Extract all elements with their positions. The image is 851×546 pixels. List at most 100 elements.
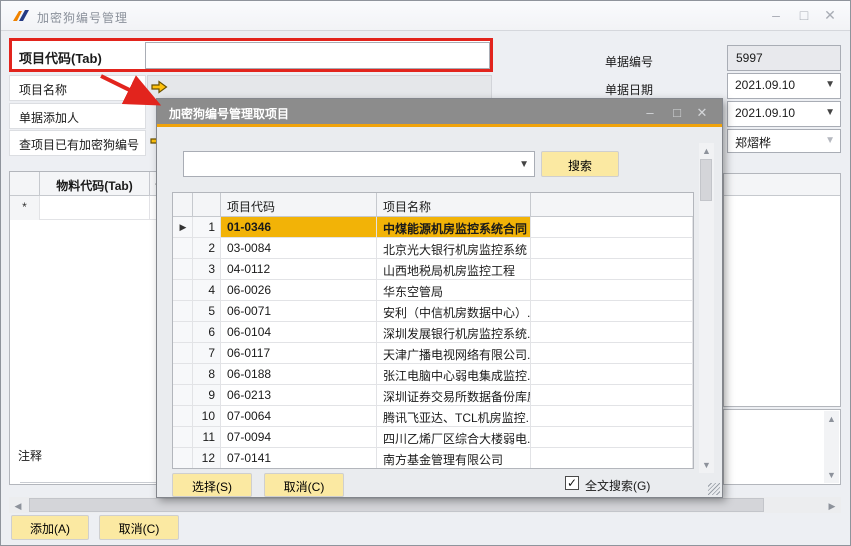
query-dongle-label: 查项目已有加密狗编号 [19,136,139,153]
dialog-scrollbar[interactable]: ▲ ▼ [699,143,714,473]
scroll-up-icon[interactable]: ▲ [824,414,839,424]
link-arrow-icon[interactable] [151,80,168,94]
current-row-indicator [173,343,193,364]
cell-project-code[interactable]: 06-0071 [221,301,377,322]
chevron-down-icon[interactable]: ▼ [825,135,835,146]
cell-project-code[interactable]: 06-0117 [221,343,377,364]
current-row-indicator [173,301,193,322]
date2-combo[interactable]: 2021.09.10 ▼ [727,101,841,127]
project-search-combo[interactable]: ▼ [183,151,535,177]
project-grid-row[interactable]: 1107-0094四川乙烯厂区综合大楼弱电... [173,427,693,448]
annotation-highlight-rect [9,38,493,72]
cell-project-name[interactable]: 山西地税局机房监控工程 [377,259,531,280]
current-row-indicator [173,385,193,406]
cell-project-code[interactable]: 07-0141 [221,448,377,469]
project-grid-row[interactable]: 906-0213深圳证券交易所数据备份库房 [173,385,693,406]
cell-project-name[interactable]: 南方基金管理有限公司 [377,448,531,469]
cell-project-code[interactable]: 06-0213 [221,385,377,406]
scrollbar-thumb[interactable] [29,498,764,512]
doc-no-field: 5997 [727,45,841,71]
chevron-down-icon[interactable]: ▼ [825,79,835,90]
window-title: 加密狗编号管理 [37,9,128,26]
filler-column-header [531,193,693,216]
project-grid: 项目代码 项目名称 ▶101-0346中煤能源机房监控系统合同203-0084北… [172,192,694,469]
dialog-minimize-button[interactable]: – [638,103,662,123]
number-column-header [193,193,221,216]
resize-grip[interactable] [708,483,720,495]
cell-filler [531,385,693,406]
scroll-down-icon[interactable]: ▼ [699,460,714,470]
cancel-button[interactable]: 取消(C) [99,515,179,540]
cell-project-name[interactable]: 北京光大银行机房监控系统 [377,238,531,259]
project-grid-row[interactable]: 203-0084北京光大银行机房监控系统 [173,238,693,259]
adder-value: 郑熠桦 [735,136,771,150]
app-logo-icon [12,8,32,24]
project-grid-header: 项目代码 项目名称 [173,193,693,217]
material-code-column-header[interactable]: 物料代码(Tab) [40,172,150,196]
dialog-cancel-button[interactable]: 取消(C) [264,473,344,497]
dialog-close-button[interactable]: ✕ [690,103,714,123]
close-button[interactable]: ✕ [818,5,842,25]
cell-project-name[interactable]: 天津广播电视网络有限公司... [377,343,531,364]
cell-project-code[interactable]: 07-0094 [221,427,377,448]
horizontal-scrollbar[interactable]: ◀ ▶ [9,497,841,513]
scroll-down-icon[interactable]: ▼ [824,470,839,480]
comment-label: 注释 [18,447,42,464]
project-grid-row[interactable]: 706-0117天津广播电视网络有限公司... [173,343,693,364]
scroll-up-icon[interactable]: ▲ [699,146,714,156]
cell-project-code[interactable]: 03-0084 [221,238,377,259]
cell-project-code[interactable]: 07-0064 [221,406,377,427]
add-button[interactable]: 添加(A) [11,515,89,540]
project-grid-body: ▶101-0346中煤能源机房监控系统合同203-0084北京光大银行机房监控系… [173,217,693,469]
new-row-cell[interactable] [40,196,150,220]
dialog-scrollbar-thumb[interactable] [700,159,712,201]
adder-combo[interactable]: 郑熠桦 ▼ [727,129,841,153]
cell-project-code[interactable]: 06-0026 [221,280,377,301]
cell-filler [531,322,693,343]
project-grid-row[interactable]: 506-0071安利（中信机房数据中心）... [173,301,693,322]
chevron-down-icon[interactable]: ▼ [519,159,529,170]
comment-scrollbar[interactable]: ▲ ▼ [824,411,839,483]
cell-project-name[interactable]: 中煤能源机房监控系统合同 [377,217,531,238]
row-number: 5 [193,301,221,322]
title-bar: 加密狗编号管理 – □ ✕ [1,1,850,31]
project-code-column-header[interactable]: 项目代码 [221,193,377,216]
project-grid-row[interactable]: 1007-0064腾讯飞亚达、TCL机房监控... [173,406,693,427]
scroll-left-icon[interactable]: ◀ [11,501,25,512]
comment-panel: ▲ ▼ [723,409,841,485]
project-grid-row[interactable]: 806-0188张江电脑中心弱电集成监控... [173,364,693,385]
search-button[interactable]: 搜索 [541,151,619,177]
cell-project-name[interactable]: 四川乙烯厂区综合大楼弱电... [377,427,531,448]
cell-filler [531,280,693,301]
cell-project-code[interactable]: 04-0112 [221,259,377,280]
cell-project-name[interactable]: 安利（中信机房数据中心）... [377,301,531,322]
cell-project-name[interactable]: 深圳证券交易所数据备份库房 [377,385,531,406]
cell-project-name[interactable]: 深圳发展银行机房监控系统... [377,322,531,343]
dialog-maximize-button[interactable]: □ [665,103,689,123]
project-grid-row[interactable]: 304-0112山西地税局机房监控工程 [173,259,693,280]
cell-project-code[interactable]: 06-0188 [221,364,377,385]
fulltext-checkbox[interactable]: ✓ [565,476,579,490]
project-name-column-header[interactable]: 项目名称 [377,193,531,216]
doc-date-combo[interactable]: 2021.09.10 ▼ [727,73,841,99]
cell-project-code[interactable]: 01-0346 [221,217,377,238]
dongle-list-header [724,174,840,196]
cell-filler [531,406,693,427]
scroll-right-icon[interactable]: ▶ [825,501,839,512]
doc-adder-label: 单据添加人 [19,109,79,126]
row-number: 11 [193,427,221,448]
current-row-indicator [173,364,193,385]
chevron-down-icon[interactable]: ▼ [825,107,835,118]
cell-filler [531,238,693,259]
cell-project-name[interactable]: 腾讯飞亚达、TCL机房监控... [377,406,531,427]
maximize-button[interactable]: □ [792,5,816,25]
project-grid-row[interactable]: 406-0026华东空管局 [173,280,693,301]
cell-project-code[interactable]: 06-0104 [221,322,377,343]
project-grid-row[interactable]: 1207-0141南方基金管理有限公司 [173,448,693,469]
cell-project-name[interactable]: 华东空管局 [377,280,531,301]
project-grid-row[interactable]: ▶101-0346中煤能源机房监控系统合同 [173,217,693,238]
project-grid-row[interactable]: 606-0104深圳发展银行机房监控系统... [173,322,693,343]
minimize-button[interactable]: – [764,5,788,25]
cell-project-name[interactable]: 张江电脑中心弱电集成监控... [377,364,531,385]
dialog-select-button[interactable]: 选择(S) [172,473,252,497]
